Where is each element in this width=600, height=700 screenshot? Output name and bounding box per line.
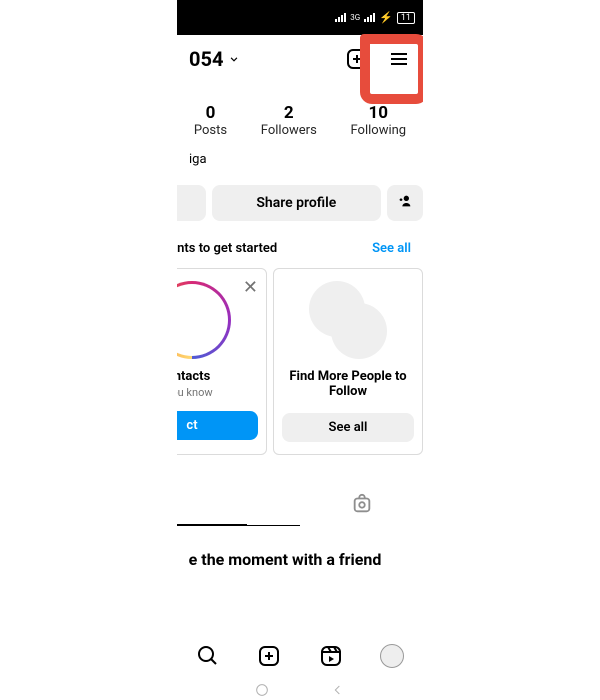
tagged-icon <box>351 493 373 515</box>
username-text: 054 <box>189 47 223 71</box>
hamburger-icon <box>387 47 411 71</box>
posts-stat[interactable]: 0 Posts <box>194 103 227 138</box>
following-label: Following <box>351 123 407 138</box>
following-value: 10 <box>351 103 407 123</box>
system-nav <box>177 680 423 700</box>
circle-icon <box>254 682 270 698</box>
create-button[interactable] <box>345 47 369 71</box>
connect-button[interactable]: ct <box>177 411 258 440</box>
suggestion-cards: ✕ ntacts ou know ct Find More People to … <box>177 264 423 459</box>
profile-header: 054 <box>177 35 423 83</box>
capture-prompt: e the moment with a friend <box>177 526 423 577</box>
see-all-button[interactable]: See all <box>282 413 414 442</box>
tagged-tab[interactable] <box>300 483 423 526</box>
stats-row: 0 Posts 2 Followers 10 Following <box>177 83 423 146</box>
add-user-icon <box>397 193 413 209</box>
action-buttons: ile Share profile <box>177 173 423 233</box>
charging-icon: ⚡ <box>379 11 393 24</box>
search-tab[interactable] <box>196 644 220 668</box>
back-icon <box>330 682 346 698</box>
close-icon[interactable]: ✕ <box>243 277 258 298</box>
discover-header: ccounts to get started See all <box>177 233 423 264</box>
card-title: Find More People to Follow <box>282 369 414 399</box>
status-bar: 3G ⚡ 11 <box>177 0 423 35</box>
reels-tab[interactable] <box>319 644 343 668</box>
posts-label: Posts <box>194 123 227 138</box>
menu-button[interactable] <box>387 47 411 71</box>
display-name: iga <box>177 146 423 173</box>
profile-tab[interactable] <box>380 644 404 668</box>
avatar-icon <box>380 644 404 668</box>
suggestion-card-find-more: Find More People to Follow See all <box>273 268 423 455</box>
posts-value: 0 <box>194 103 227 123</box>
username-dropdown[interactable]: 054 <box>189 47 241 71</box>
followers-value: 2 <box>261 103 317 123</box>
share-profile-button[interactable]: Share profile <box>212 185 381 221</box>
card-subtitle: ou know <box>177 386 213 399</box>
discover-title: ccounts to get started <box>177 241 277 256</box>
chevron-down-icon <box>227 52 241 66</box>
reels-icon <box>319 644 343 668</box>
plus-square-icon <box>345 47 369 71</box>
signal-icon <box>335 13 346 22</box>
battery-indicator: 11 <box>397 12 415 24</box>
bottom-nav <box>177 632 423 680</box>
create-tab[interactable] <box>257 644 281 668</box>
discover-people-button[interactable] <box>387 185 423 221</box>
card-title: ntacts <box>177 369 210 384</box>
network-type: 3G <box>350 13 360 22</box>
signal-icon <box>364 13 375 22</box>
followers-stat[interactable]: 2 Followers <box>261 103 317 138</box>
grid-tab[interactable] <box>177 483 300 526</box>
edit-profile-button[interactable]: ile <box>177 185 206 221</box>
profile-tabs <box>177 483 423 526</box>
see-all-link[interactable]: See all <box>372 241 411 256</box>
people-avatar <box>309 281 387 359</box>
following-stat[interactable]: 10 Following <box>351 103 407 138</box>
plus-square-icon <box>257 644 281 668</box>
search-icon <box>196 644 220 668</box>
suggestion-card-contacts: ✕ ntacts ou know ct <box>177 268 267 455</box>
followers-label: Followers <box>261 123 317 138</box>
contacts-avatar <box>177 281 231 359</box>
